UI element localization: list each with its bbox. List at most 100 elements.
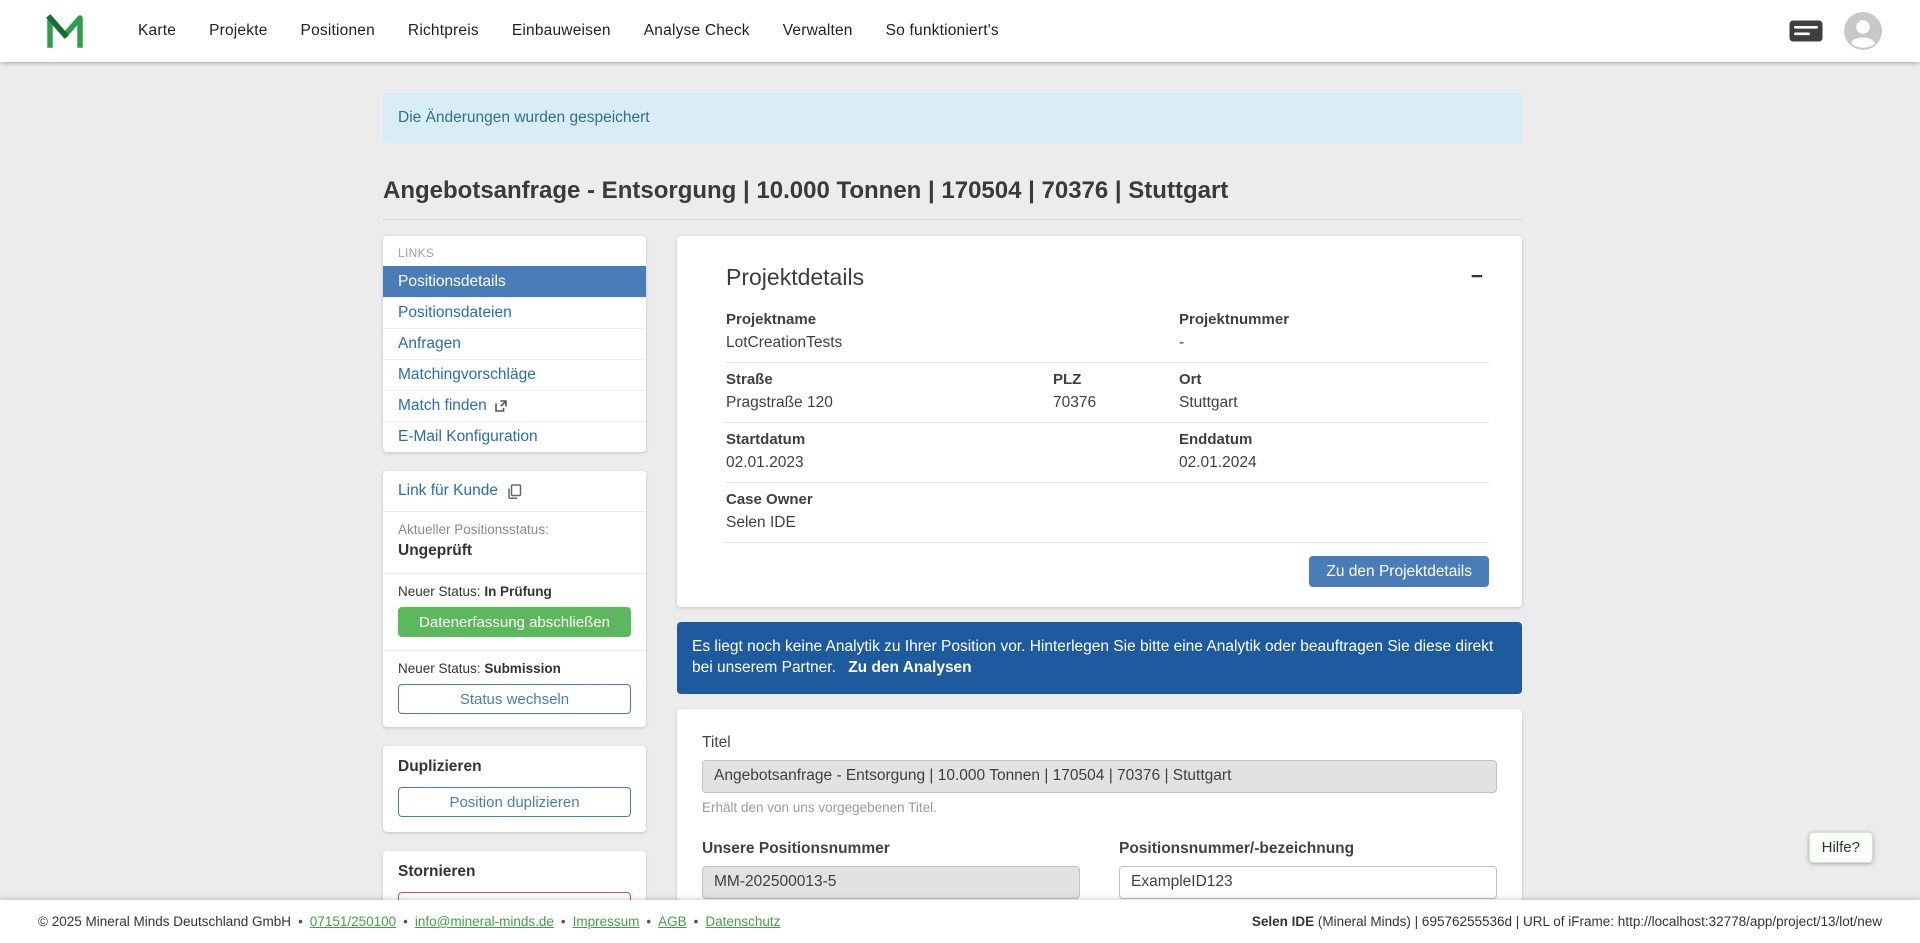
page-title: Angebotsanfrage - Entsorgung | 10.000 To… bbox=[383, 177, 1522, 220]
nav-item-einbauweisen[interactable]: Einbauweisen bbox=[512, 22, 611, 40]
go-to-analyses-link[interactable]: Zu den Analysen bbox=[848, 659, 971, 676]
sidebar-item-label: Positionsdateien bbox=[398, 304, 512, 322]
next-status-review: Neuer Status: In Prüfung bbox=[383, 574, 646, 607]
footer-session-text: (Mineral Minds) | 69576255536d | URL of … bbox=[1314, 914, 1882, 929]
separator: • bbox=[646, 914, 651, 929]
nav-item-karte[interactable]: Karte bbox=[138, 22, 176, 40]
footer-impressum-link[interactable]: Impressum bbox=[573, 914, 640, 929]
project-row: Startdatum 02.01.2023 Enddatum 02.01.202… bbox=[726, 423, 1489, 483]
footer-session-info: Selen IDE (Mineral Minds) | 69576255536d… bbox=[1252, 914, 1882, 929]
top-nav: Karte Projekte Positionen Richtpreis Ein… bbox=[0, 0, 1920, 62]
duplicate-position-button[interactable]: Position duplizieren bbox=[398, 787, 631, 817]
field-value: LotCreationTests bbox=[726, 334, 1179, 352]
nav-item-richtpreis[interactable]: Richtpreis bbox=[408, 22, 479, 40]
sidebar-item-label: Matchingvorschläge bbox=[398, 366, 536, 384]
customer-link[interactable]: Link für Kunde bbox=[383, 471, 646, 512]
copy-icon bbox=[507, 484, 522, 499]
switch-status-button[interactable]: Status wechseln bbox=[398, 684, 631, 714]
nav-item-verwalten[interactable]: Verwalten bbox=[783, 22, 853, 40]
next-status-label: Neuer Status: bbox=[398, 661, 481, 676]
success-alert: Die Änderungen wurden gespeichert bbox=[383, 93, 1522, 143]
customer-link-label: Link für Kunde bbox=[398, 482, 498, 500]
sidebar-item-positionsdateien[interactable]: Positionsdateien bbox=[383, 297, 646, 328]
custom-position-number-label: Positionsnummer/-bezeichnung bbox=[1119, 840, 1497, 858]
field-value: 02.01.2023 bbox=[726, 454, 1179, 472]
page-body: Die Änderungen wurden gespeichert Angebo… bbox=[0, 62, 1920, 943]
avatar[interactable] bbox=[1844, 12, 1882, 50]
field-value: - bbox=[1179, 334, 1489, 352]
footer-left: © 2025 Mineral Minds Deutschland GmbH • … bbox=[38, 914, 780, 929]
copyright-text: © 2025 Mineral Minds Deutschland GmbH bbox=[38, 914, 291, 929]
sidebar-item-email-konfiguration[interactable]: E-Mail Konfiguration bbox=[383, 421, 646, 452]
brand-logo-icon bbox=[46, 14, 84, 48]
field-label: Startdatum bbox=[726, 431, 1179, 448]
separator: • bbox=[298, 914, 303, 929]
project-details-card: Projektdetails − Projektname LotCreation… bbox=[677, 236, 1522, 607]
duplicate-card: Duplizieren Position duplizieren bbox=[383, 746, 646, 832]
project-row: Straße Pragstraße 120 PLZ 70376 Ort Stut… bbox=[726, 363, 1489, 423]
titel-help: Erhält den von uns vorgegebenen Titel. bbox=[702, 800, 1497, 815]
success-alert-text: Die Änderungen wurden gespeichert bbox=[398, 109, 650, 126]
footer-agb-link[interactable]: AGB bbox=[658, 914, 687, 929]
current-status-value: Ungeprüft bbox=[398, 542, 631, 560]
project-row: Projektname LotCreationTests Projektnumm… bbox=[726, 303, 1489, 363]
our-position-number-input bbox=[702, 866, 1080, 899]
main-content: Projektdetails − Projektname LotCreation… bbox=[677, 236, 1522, 943]
field-label: Straße bbox=[726, 371, 1053, 388]
footer-phone-link[interactable]: 07151/250100 bbox=[310, 914, 396, 929]
sidebar-item-matchingvorschlaege[interactable]: Matchingvorschläge bbox=[383, 359, 646, 390]
field-value: Stuttgart bbox=[1179, 394, 1489, 412]
next-status-label: Neuer Status: bbox=[398, 584, 481, 599]
sidebar-links-card: LINKS Positionsdetails Positionsdateien … bbox=[383, 236, 646, 452]
separator: • bbox=[561, 914, 566, 929]
sidebar-item-match-finden[interactable]: Match finden bbox=[383, 390, 646, 421]
server-icon[interactable] bbox=[1788, 19, 1824, 43]
field-value: 02.01.2024 bbox=[1179, 454, 1489, 472]
project-row: Case Owner Selen IDE bbox=[726, 483, 1489, 543]
nav-item-positionen[interactable]: Positionen bbox=[301, 22, 375, 40]
field-label: Case Owner bbox=[726, 491, 1179, 508]
footer-datenschutz-link[interactable]: Datenschutz bbox=[705, 914, 780, 929]
footer-email-link[interactable]: info@mineral-minds.de bbox=[415, 914, 554, 929]
sidebar-item-label: E-Mail Konfiguration bbox=[398, 428, 538, 446]
separator: • bbox=[694, 914, 699, 929]
next-status-submission: Neuer Status: Submission bbox=[383, 651, 646, 684]
separator: • bbox=[403, 914, 408, 929]
collapse-icon[interactable]: − bbox=[1465, 264, 1489, 289]
nav-right bbox=[1788, 12, 1882, 50]
next-status-value: In Prüfung bbox=[484, 584, 552, 599]
footer-user: Selen IDE bbox=[1252, 914, 1314, 929]
nav-item-analyse-check[interactable]: Analyse Check bbox=[644, 22, 750, 40]
titel-input bbox=[702, 760, 1497, 793]
field-label: Projektname bbox=[726, 311, 1179, 328]
field-value: 70376 bbox=[1053, 394, 1179, 412]
titel-label: Titel bbox=[702, 734, 1497, 752]
field-value: Selen IDE bbox=[726, 514, 1179, 532]
sidebar-item-label: Positionsdetails bbox=[398, 273, 506, 291]
sidebar: LINKS Positionsdetails Positionsdateien … bbox=[383, 236, 646, 943]
field-label: Enddatum bbox=[1179, 431, 1489, 448]
help-button[interactable]: Hilfe? bbox=[1809, 832, 1873, 863]
our-position-number-label: Unsere Positionsnummer bbox=[702, 840, 1080, 858]
links-header: LINKS bbox=[383, 236, 646, 266]
footer: © 2025 Mineral Minds Deutschland GmbH • … bbox=[0, 900, 1920, 943]
sidebar-item-label: Match finden bbox=[398, 397, 487, 415]
custom-position-number-input[interactable] bbox=[1119, 866, 1497, 899]
field-value: Pragstraße 120 bbox=[726, 394, 1053, 412]
next-status-value: Submission bbox=[484, 661, 561, 676]
sidebar-item-anfragen[interactable]: Anfragen bbox=[383, 328, 646, 359]
sidebar-item-label: Anfragen bbox=[398, 335, 461, 353]
nav-item-so-funktionierts[interactable]: So funktioniert's bbox=[886, 22, 999, 40]
go-to-project-details-button[interactable]: Zu den Projektdetails bbox=[1309, 556, 1489, 587]
duplicate-title: Duplizieren bbox=[398, 758, 631, 776]
sidebar-item-positionsdetails[interactable]: Positionsdetails bbox=[383, 266, 646, 297]
current-status-label: Aktueller Positionsstatus: bbox=[398, 522, 631, 537]
field-label: Projektnummer bbox=[1179, 311, 1489, 328]
project-details-title: Projektdetails bbox=[726, 264, 864, 291]
nav-item-projekte[interactable]: Projekte bbox=[209, 22, 267, 40]
field-label: PLZ bbox=[1053, 371, 1179, 388]
brand-logo bbox=[46, 14, 84, 48]
complete-data-entry-button[interactable]: Datenerfassung abschließen bbox=[398, 607, 631, 637]
external-link-icon bbox=[494, 399, 508, 413]
current-status-block: Aktueller Positionsstatus: Ungeprüft bbox=[383, 512, 646, 574]
